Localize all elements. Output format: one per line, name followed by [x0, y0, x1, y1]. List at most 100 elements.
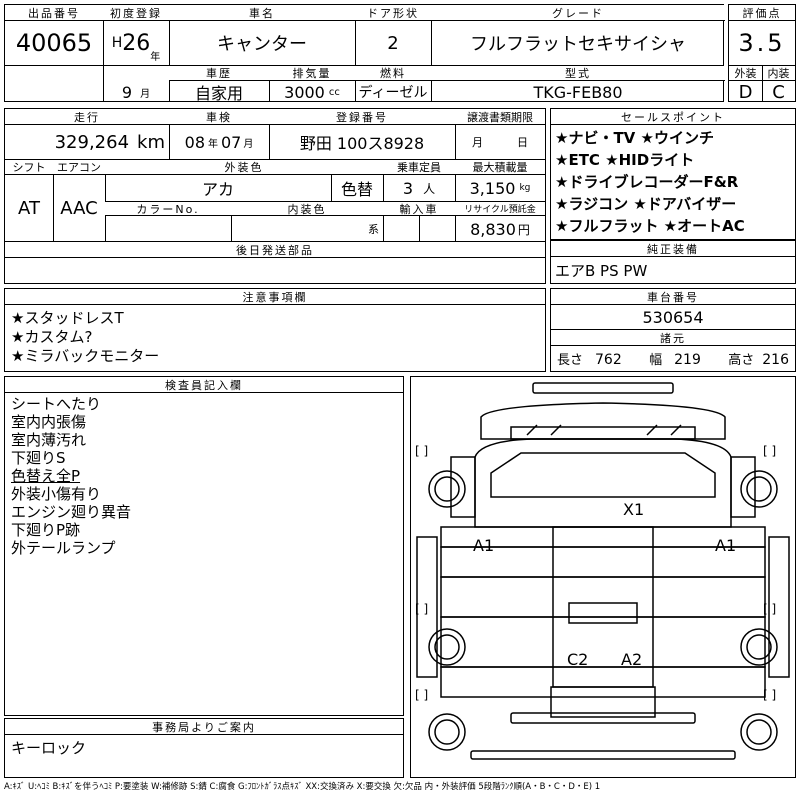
- inspector-item: 外テールランプ: [11, 539, 116, 557]
- capacity: 3人: [383, 175, 455, 201]
- car-name: キャンター: [217, 34, 307, 55]
- insp-year: 08: [184, 132, 205, 152]
- grade-label: グレード: [431, 5, 725, 21]
- mileage-value: 329,264: [54, 131, 130, 153]
- dims-label: 諸元: [551, 330, 795, 346]
- inspector-item: 室内内張傷: [11, 413, 87, 431]
- load-label: 最大積載量: [455, 160, 545, 175]
- inspector-list: シートへたり 室内内張傷 室内薄汚れ 下廻りS 色替え全P 外装小傷有り エンジ…: [11, 395, 131, 557]
- recycle: 8,830 円: [455, 217, 545, 241]
- inspector-item: 外装小傷有り: [11, 485, 102, 503]
- sales-point-item: ★ドライブレコーダーF&R: [555, 173, 739, 191]
- score: 3.5: [738, 29, 786, 57]
- load: 3,150 kg: [455, 175, 545, 201]
- dimensions: 長さ 762 幅 219 高さ 216: [551, 346, 795, 371]
- office-block: 事務局よりご案内 キーロック: [4, 718, 404, 778]
- standard-equipment: エアB PS PW: [555, 261, 648, 280]
- insp-month-unit: 月: [243, 138, 254, 150]
- mark-x1: X1: [623, 500, 644, 519]
- inspector-item: 下廻りS: [11, 449, 66, 467]
- header-block: 出品番号 40065 初度登録 H 26 年 9月 車名 キャンター ドア形状 2 …: [4, 4, 725, 103]
- sales-point-item: ★ETC ★HIDライト: [555, 151, 695, 169]
- era: H: [111, 35, 123, 51]
- mileage-unit: km: [137, 131, 165, 153]
- inspector-item: エンジン廻り異音: [11, 503, 132, 521]
- first-reg-month: 9月: [103, 81, 169, 103]
- chassis-block: 車台番号 530654 諸元 長さ 762 幅 219 高さ 216: [550, 288, 796, 372]
- reg-no: 野田 100ス8928: [299, 134, 425, 153]
- office-text: キーロック: [11, 738, 87, 757]
- sales-point-item: ★ナビ・TV ★ウインチ: [555, 129, 714, 147]
- damage-marks: X1 A1 A1 C2 A2: [473, 500, 736, 669]
- reg-year: 26: [122, 30, 151, 56]
- standard-equipment-block: 純正装備 エアB PS PW: [550, 240, 796, 284]
- note-item: ★カスタム?: [11, 328, 93, 346]
- notes-list: ★スタッドレスT ★カスタム? ★ミラバックモニター: [11, 309, 159, 366]
- height: 高さ 216: [728, 352, 789, 368]
- legend-footer: A:ｷｽﾞ U:ﾍｺﾐ B:ｷｽﾞを伴うﾍｺﾐ P:要塗装 W:補修跡 S:錆 …: [4, 782, 601, 792]
- inspector-item: シートへたり: [11, 395, 102, 413]
- recycle-value: 8,830: [470, 219, 516, 239]
- first-reg-year: H 26 年: [103, 21, 169, 65]
- color-no-label: カラーNo.: [105, 202, 231, 216]
- lot-label: 出品番号: [5, 5, 103, 21]
- mileage: 329,264 km: [5, 125, 169, 159]
- score-label: 評価点: [729, 5, 795, 21]
- ext-label: 外装: [729, 66, 762, 81]
- capacity-unit: 人: [423, 181, 436, 196]
- year-unit: 年: [150, 52, 161, 63]
- shift: AT: [18, 197, 40, 219]
- transfer-date: 月日: [455, 125, 545, 159]
- sales-points-list: ★ナビ・TV ★ウインチ ★ETC ★HIDライト ★ドライブレコーダーF&R …: [555, 127, 745, 237]
- width: 幅 219: [649, 352, 701, 368]
- chassis-label: 車台番号: [551, 289, 795, 305]
- sales-point-item: ★フルフラット ★オートAC: [555, 217, 745, 235]
- note-item: ★スタッドレスT: [11, 309, 124, 327]
- int-color-suffix: 系: [368, 223, 379, 236]
- color-label: 外装色: [105, 160, 383, 175]
- bracket: [ ]: [763, 602, 776, 616]
- bracket: [ ]: [415, 602, 428, 616]
- transfer-day-unit: 日: [517, 136, 528, 149]
- ac-label: エアコン: [53, 160, 105, 175]
- details-block: 走行 329,264 km 車検 08 年 07 月 登録番号 野田 100ス8928 …: [4, 108, 546, 284]
- transfer-label: 譲渡書類期限: [455, 109, 545, 125]
- first-reg-label: 初度登録: [103, 5, 169, 21]
- chassis-number: 530654: [642, 307, 704, 327]
- import-label: 輸入車: [383, 202, 455, 216]
- mark-a2: A2: [621, 650, 642, 669]
- lot-number: 40065: [15, 29, 93, 57]
- inspection: 08 年 07 月: [169, 125, 269, 159]
- office-label: 事務局よりご案内: [5, 719, 403, 735]
- car-name-label: 車名: [169, 5, 355, 21]
- displacement-value: 3000: [284, 82, 325, 102]
- model-code-label: 型式: [431, 66, 725, 81]
- fuel: ディーゼル: [358, 85, 428, 101]
- int-label: 内装: [762, 66, 795, 81]
- repaint: 色替: [340, 180, 373, 199]
- load-value: 3,150: [469, 178, 516, 198]
- mark-c2: C2: [567, 650, 588, 669]
- inspector-label: 検査員記入欄: [5, 377, 403, 393]
- note-item: ★ミラバックモニター: [11, 347, 160, 365]
- inspector-item: 室内薄汚れ: [11, 431, 87, 449]
- history-label: 車歴: [169, 66, 269, 81]
- bracket: [ ]: [415, 688, 428, 702]
- notes-block: 注意事項欄 ★スタッドレスT ★カスタム? ★ミラバックモニター: [4, 288, 546, 372]
- sales-points-label: セールスポイント: [551, 109, 795, 125]
- insp-year-unit: 年: [208, 138, 218, 150]
- int-color-label: 内装色: [231, 202, 383, 216]
- grade: フルフラットセキサイシャ: [470, 34, 686, 55]
- inspection-label: 車検: [169, 109, 269, 125]
- ac: AAC: [60, 197, 98, 219]
- displacement-unit: cc: [328, 86, 340, 98]
- displacement: 3000 cc: [269, 81, 355, 103]
- notes-label: 注意事項欄: [5, 289, 545, 305]
- load-unit: kg: [519, 183, 531, 193]
- mark-a1-left: A1: [473, 536, 494, 555]
- insp-month: 07: [221, 132, 242, 152]
- displacement-label: 排気量: [269, 66, 355, 81]
- model-code: TKG-FEB80: [533, 82, 623, 102]
- color: アカ: [201, 180, 234, 199]
- capacity-value: 3: [402, 178, 414, 198]
